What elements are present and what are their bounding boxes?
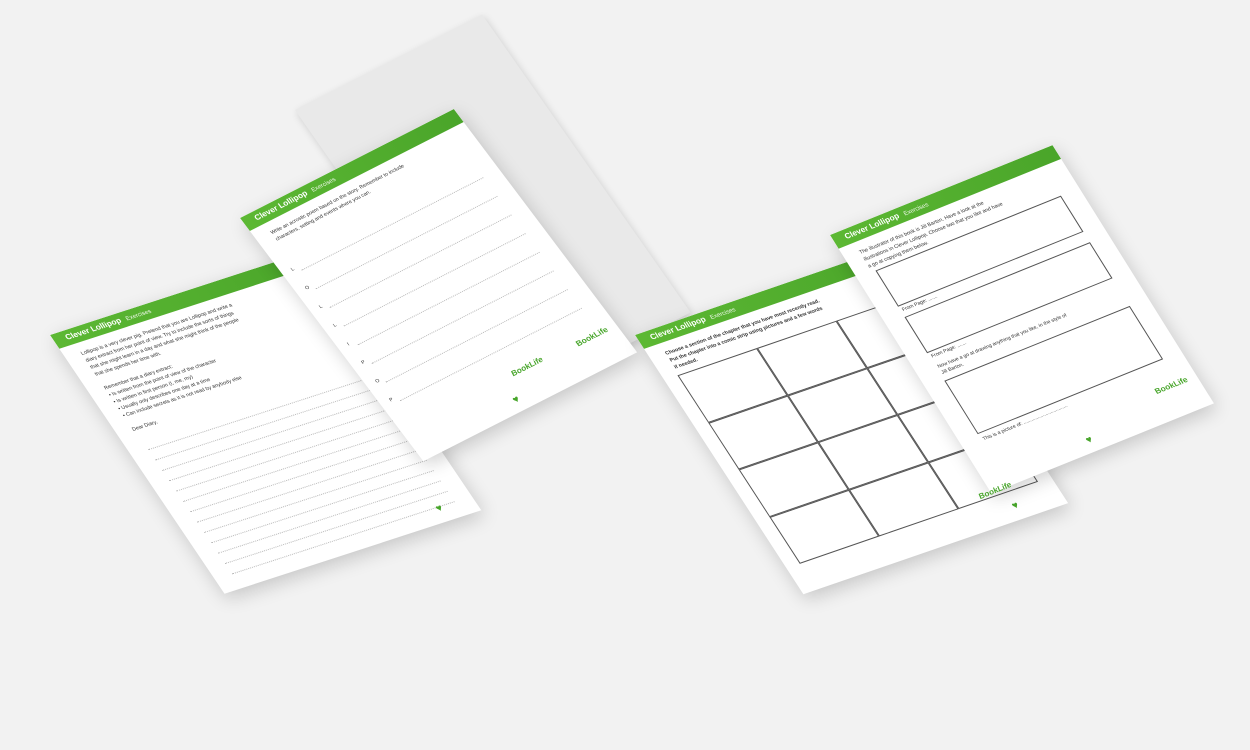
heart-icon: ♥ [1009, 500, 1022, 512]
acrostic-letter: L [289, 266, 296, 273]
heart-icon: ♥ [510, 394, 523, 406]
booklife-logo: BookLife [1153, 375, 1190, 396]
heart-icon: ♥ [1083, 434, 1096, 447]
acrostic-letter: L [332, 322, 339, 329]
acrostic-letter: O [374, 377, 382, 385]
booklife-logo: BookLife [573, 325, 610, 349]
book-2: Clever Lollipop Exercises Choose a secti… [630, 110, 1220, 630]
acrostic-letter: L [317, 303, 325, 310]
acrostic-letter: I [346, 341, 351, 348]
acrostic-letter: P [360, 359, 367, 366]
acrostic-letter: O [303, 284, 312, 292]
acrostic-letter: P [388, 396, 395, 404]
book-1: Clever Lollipop Exercises Lollipop is a … [40, 14, 691, 620]
